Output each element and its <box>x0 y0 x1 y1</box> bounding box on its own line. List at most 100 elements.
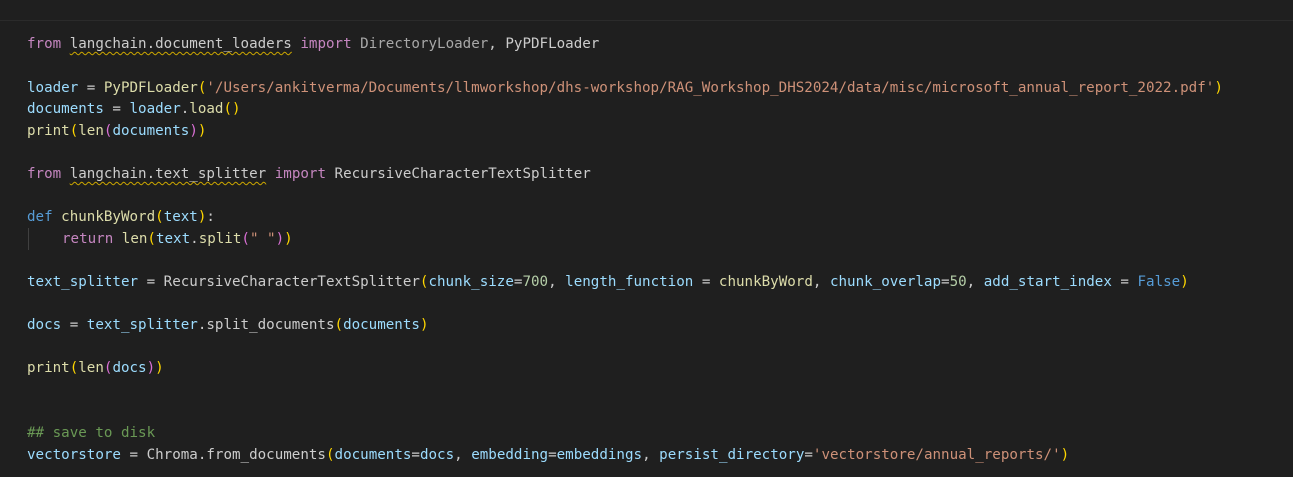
variable: vectorstore <box>27 447 121 463</box>
operator: = <box>138 274 164 290</box>
code-line-6[interactable]: def chunkByWord(text): <box>27 206 215 228</box>
operator: = <box>103 101 130 117</box>
function-name: len <box>121 231 148 247</box>
code-line-1[interactable]: from langchain.document_loaders import D… <box>27 33 599 55</box>
bracket: ) <box>189 123 198 139</box>
keyword-argument: length_function <box>565 274 694 290</box>
operator: = <box>61 317 87 333</box>
operator: = <box>941 274 950 290</box>
keyword-import: import <box>300 36 352 52</box>
method-name: from_documents <box>206 447 326 463</box>
function-name: print <box>27 360 70 376</box>
code-line-9[interactable]: docs = text_splitter.split_documents(doc… <box>27 314 428 336</box>
keyword-argument: chunk_overlap <box>829 274 942 290</box>
number-literal: 700 <box>522 274 549 290</box>
operator: = <box>693 274 719 290</box>
operator: = <box>78 80 104 96</box>
class-name: RecursiveCharacterTextSplitter <box>163 274 420 290</box>
bracket: ) <box>419 317 429 333</box>
code-line-11[interactable]: ## save to disk <box>27 422 155 444</box>
operator: = <box>411 447 420 463</box>
operator: = <box>548 447 557 463</box>
separator: , <box>966 274 984 290</box>
keyword-from: from <box>27 166 62 182</box>
keyword-argument: embedding <box>471 447 549 463</box>
comment: ## save to disk <box>27 425 156 441</box>
bracket: ( <box>241 231 250 247</box>
separator: , <box>454 447 472 463</box>
import-name: RecursiveCharacterTextSplitter <box>334 166 591 182</box>
function-name: chunkByWord <box>61 209 156 225</box>
dot: . <box>180 101 190 117</box>
function-name: len <box>78 123 104 139</box>
keyword-argument: chunk_size <box>428 274 514 290</box>
bracket: ( <box>147 231 156 247</box>
bracket: ( <box>325 447 335 463</box>
bracket: ) <box>1214 80 1223 96</box>
code-line-3[interactable]: documents = loader.load() <box>27 98 241 120</box>
separator: , <box>488 36 506 52</box>
editor-top-bar <box>0 0 1293 21</box>
bracket: ) <box>146 360 156 376</box>
bracket: ) <box>1060 447 1070 463</box>
dot: . <box>190 231 199 247</box>
colon: : <box>206 209 215 225</box>
object: loader <box>129 101 181 117</box>
class-name: PyPDFLoader <box>103 80 198 96</box>
number-literal: 50 <box>949 274 967 290</box>
keyword-from: from <box>27 36 62 52</box>
keyword-import: import <box>274 166 326 182</box>
variable: docs <box>27 317 62 333</box>
variable: loader <box>27 80 79 96</box>
object: text_splitter <box>86 317 198 333</box>
string-literal: '/Users/ankitverma/Documents/llmworkshop… <box>206 80 1215 96</box>
separator: , <box>642 447 660 463</box>
bracket: ) <box>155 360 164 376</box>
bracket: ) <box>197 123 207 139</box>
code-line-2[interactable]: loader = PyPDFLoader('/Users/ankitverma/… <box>27 77 1223 99</box>
boolean-literal: False <box>1137 274 1181 290</box>
bracket: ( <box>69 360 79 376</box>
separator: , <box>548 274 566 290</box>
function-name: print <box>27 123 70 139</box>
code-line-12[interactable]: vectorstore = Chroma.from_documents(docu… <box>27 444 1069 466</box>
keyword-def: def <box>27 209 53 225</box>
indent-guide <box>28 228 29 250</box>
argument: docs <box>112 360 147 376</box>
object: text <box>155 231 191 247</box>
bracket: ) <box>1180 274 1189 290</box>
argument: embeddings <box>556 447 643 463</box>
bracket: ( <box>69 123 79 139</box>
bracket: ) <box>284 231 293 247</box>
function-name: len <box>78 360 104 376</box>
bracket: ) <box>275 231 285 247</box>
operator: = <box>1111 274 1138 290</box>
code-line-4[interactable]: print(len(documents)) <box>27 120 206 142</box>
function-reference: chunkByWord <box>718 274 813 290</box>
code-line-10[interactable]: print(len(docs)) <box>27 357 164 379</box>
module-name: langchain.text_splitter <box>69 166 267 182</box>
argument: docs <box>419 447 455 463</box>
bracket: ( <box>334 317 344 333</box>
method-name: split_documents <box>206 317 335 333</box>
keyword-return: return <box>62 231 114 247</box>
separator: , <box>812 274 830 290</box>
code-line-8[interactable]: text_splitter = RecursiveCharacterTextSp… <box>27 271 1189 293</box>
class-name: Chroma <box>146 447 198 463</box>
variable: text_splitter <box>27 274 139 290</box>
import-name: DirectoryLoader <box>360 36 489 52</box>
keyword-argument: add_start_index <box>983 274 1112 290</box>
method-name: load <box>189 101 224 117</box>
keyword-argument: documents <box>334 447 412 463</box>
string-literal: " " <box>249 231 276 247</box>
method-name: split <box>198 231 242 247</box>
code-line-7[interactable]: return len(text.split(" ")) <box>62 228 293 250</box>
operator: = <box>120 447 147 463</box>
argument: documents <box>343 317 420 333</box>
variable: documents <box>27 101 104 117</box>
string-literal: 'vectorstore/annual_reports/' <box>812 447 1061 463</box>
code-line-5[interactable]: from langchain.text_splitter import Recu… <box>27 163 591 185</box>
argument: documents <box>112 123 190 139</box>
operator: = <box>804 447 813 463</box>
import-name: PyPDFLoader <box>505 36 600 52</box>
